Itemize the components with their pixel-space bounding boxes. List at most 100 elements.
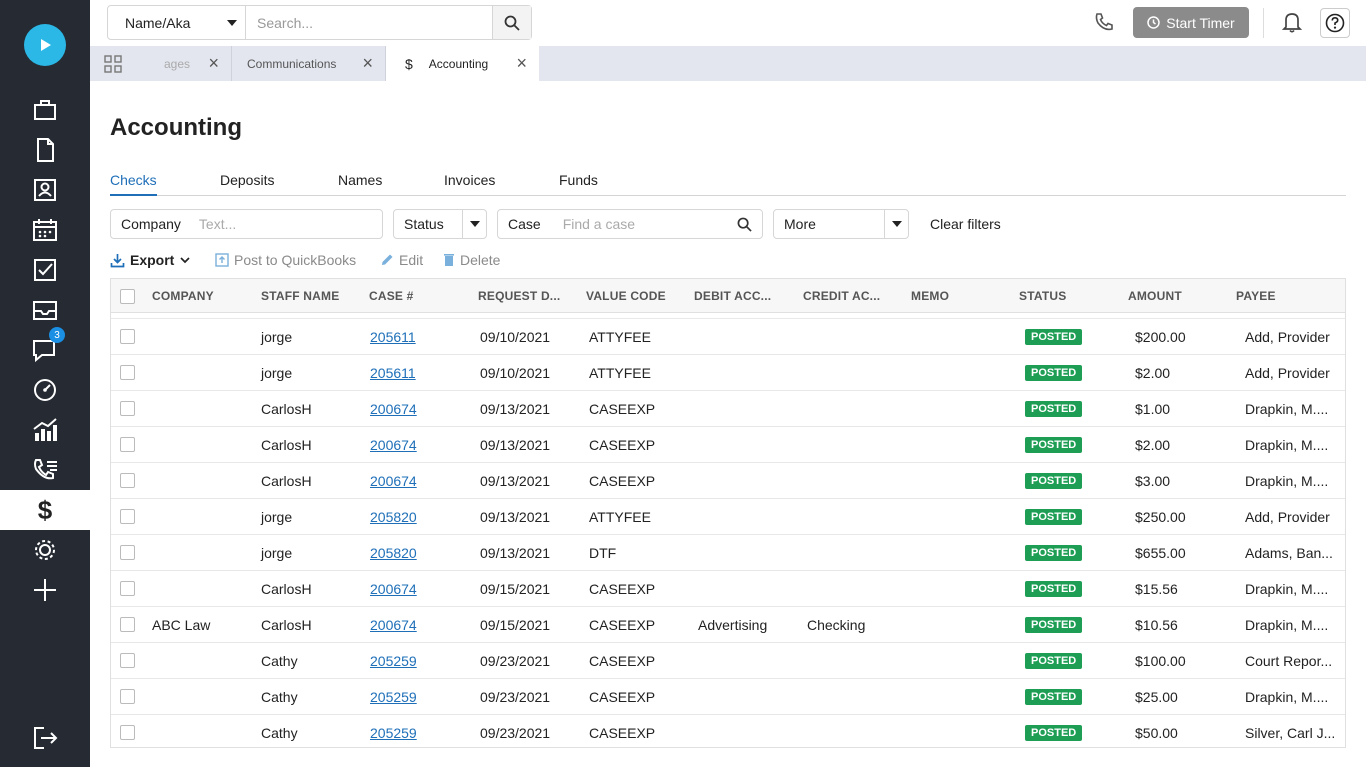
tab-messages[interactable]: ages × (135, 46, 232, 81)
case-number-link[interactable]: 200674 (370, 401, 417, 417)
col-staff-name[interactable]: STAFF NAME (261, 289, 339, 303)
col-request-date[interactable]: REQUEST D... (478, 289, 560, 303)
select-all-checkbox[interactable] (120, 289, 135, 304)
col-value-code[interactable]: VALUE CODE (586, 289, 666, 303)
edit-button[interactable]: Edit (380, 252, 423, 268)
dashboard-icon (34, 379, 56, 401)
case-number-link[interactable]: 200674 (370, 581, 417, 597)
nav-dashboard[interactable] (0, 370, 90, 410)
col-memo[interactable]: MEMO (911, 289, 949, 303)
more-filter[interactable]: More (773, 209, 909, 239)
case-number-link[interactable]: 205611 (370, 329, 416, 345)
help-button[interactable] (1320, 8, 1350, 38)
table-row[interactable]: Cathy 205259 09/23/2021 CASEEXP $25.00 POSTED… (111, 679, 1345, 715)
amount-cell: $10.56 (1135, 617, 1178, 633)
tab-names[interactable]: Names (338, 172, 382, 196)
logout-button[interactable] (0, 718, 90, 758)
search-type-select[interactable]: Name/Aka (108, 6, 246, 39)
table-row[interactable]: CarlosH 200674 09/13/2021 CASEEXP $1.00 POSTE… (111, 391, 1345, 427)
page-title: Accounting (110, 114, 242, 141)
row-checkbox[interactable] (120, 509, 135, 524)
table-row[interactable]: jorge 205820 09/13/2021 DTF $655.00 POSTED Ada… (111, 535, 1345, 571)
col-debit-account[interactable]: DEBIT ACC... (694, 289, 771, 303)
case-number-link[interactable]: 205820 (370, 545, 417, 561)
nav-inbox[interactable] (0, 290, 90, 330)
nav-accounting[interactable]: $ (0, 490, 90, 530)
tab-accounting[interactable]: $ Accounting × (386, 46, 539, 81)
row-checkbox[interactable] (120, 365, 135, 380)
case-number-link[interactable]: 200674 (370, 473, 417, 489)
table-row[interactable]: CarlosH 200674 09/15/2021 CASEEXP $15.56 POST… (111, 571, 1345, 607)
col-status[interactable]: STATUS (1019, 289, 1066, 303)
nav-messages[interactable]: 3 (0, 327, 90, 370)
table-row[interactable]: ABC Law CarlosH 200674 09/15/2021 CASEEXP Adv… (111, 607, 1345, 643)
nav-call-log[interactable] (0, 450, 90, 490)
search-input[interactable] (246, 6, 492, 39)
close-icon[interactable]: × (362, 54, 373, 72)
row-checkbox[interactable] (120, 617, 135, 632)
close-icon[interactable]: × (516, 54, 527, 72)
post-to-quickbooks-button[interactable]: Post to QuickBooks (215, 252, 356, 268)
row-checkbox[interactable] (120, 401, 135, 416)
payee-cell: Drapkin, M.... (1245, 401, 1329, 417)
row-checkbox[interactable] (120, 653, 135, 668)
table-row[interactable]: CarlosH 200674 09/13/2021 CASEEXP $2.00 POSTE… (111, 427, 1345, 463)
case-number-link[interactable]: 205259 (370, 725, 417, 741)
col-company[interactable]: COMPANY (152, 289, 214, 303)
col-amount[interactable]: AMOUNT (1128, 289, 1182, 303)
row-checkbox[interactable] (120, 689, 135, 704)
row-checkbox[interactable] (120, 473, 135, 488)
status-badge: POSTED (1025, 329, 1083, 345)
search-button[interactable] (492, 6, 531, 39)
clear-filters-button[interactable]: Clear filters (930, 216, 1001, 232)
amount-cell: $2.00 (1135, 365, 1171, 381)
table-row[interactable]: CarlosH 200674 09/13/2021 CASEEXP $3.00 POSTE… (111, 463, 1345, 499)
case-number-link[interactable]: 205259 (370, 689, 417, 705)
nav-documents[interactable] (0, 130, 90, 170)
nav-add[interactable] (0, 570, 90, 610)
export-button[interactable]: Export (110, 252, 191, 268)
start-timer-button[interactable]: Start Timer (1133, 7, 1249, 38)
bell-icon[interactable] (1282, 11, 1302, 33)
case-number-link[interactable]: 205820 (370, 509, 417, 525)
case-filter[interactable]: Case Find a case (497, 209, 763, 239)
nav-contacts[interactable] (0, 170, 90, 210)
nav-calendar[interactable] (0, 210, 90, 250)
case-number-link[interactable]: 200674 (370, 437, 417, 453)
nav-reports[interactable] (0, 410, 90, 450)
tab-checks[interactable]: Checks (110, 172, 157, 196)
tab-deposits[interactable]: Deposits (220, 172, 274, 196)
col-credit-account[interactable]: CREDIT AC... (803, 289, 880, 303)
row-checkbox[interactable] (120, 581, 135, 596)
all-tabs-button[interactable] (90, 46, 135, 81)
table-row[interactable]: Cathy 205259 09/23/2021 CASEEXP $100.00 POSTE… (111, 643, 1345, 679)
case-number-link[interactable]: 205259 (370, 653, 417, 669)
table-row[interactable]: jorge 205820 09/13/2021 ATTYFEE $250.00 POSTE… (111, 499, 1345, 535)
case-number-link[interactable]: 200674 (370, 617, 417, 633)
row-checkbox[interactable] (120, 437, 135, 452)
case-number-link[interactable]: 205611 (370, 365, 416, 381)
nav-settings[interactable] (0, 530, 90, 570)
col-payee[interactable]: PAYEE (1236, 289, 1276, 303)
staff-name-cell: jorge (261, 365, 293, 381)
tab-funds[interactable]: Funds (559, 172, 598, 196)
row-checkbox[interactable] (120, 329, 135, 344)
table-row[interactable]: jorge 205611 09/10/2021 ATTYFEE $200.00 POSTE… (111, 319, 1345, 355)
phone-icon[interactable] (1094, 12, 1114, 32)
status-filter[interactable]: Status (393, 209, 487, 239)
table-row[interactable]: jorge 205611 09/10/2021 ATTYFEE $2.00 POSTED A… (111, 355, 1345, 391)
add-icon (34, 579, 56, 601)
tab-communications[interactable]: Communications × (233, 46, 386, 81)
table-row[interactable]: Cathy 205259 09/23/2021 CASEEXP $50.00 POSTED… (111, 715, 1345, 747)
tab-invoices[interactable]: Invoices (444, 172, 495, 196)
nav-cases[interactable] (0, 90, 90, 130)
delete-button[interactable]: Delete (443, 252, 500, 268)
close-icon[interactable]: × (208, 54, 219, 72)
company-filter[interactable]: Company Text... (110, 209, 383, 239)
col-case-number[interactable]: CASE # (369, 289, 414, 303)
nav-tasks[interactable] (0, 250, 90, 290)
app-logo[interactable] (24, 24, 66, 66)
inbox-icon (33, 301, 57, 320)
row-checkbox[interactable] (120, 545, 135, 560)
row-checkbox[interactable] (120, 725, 135, 740)
